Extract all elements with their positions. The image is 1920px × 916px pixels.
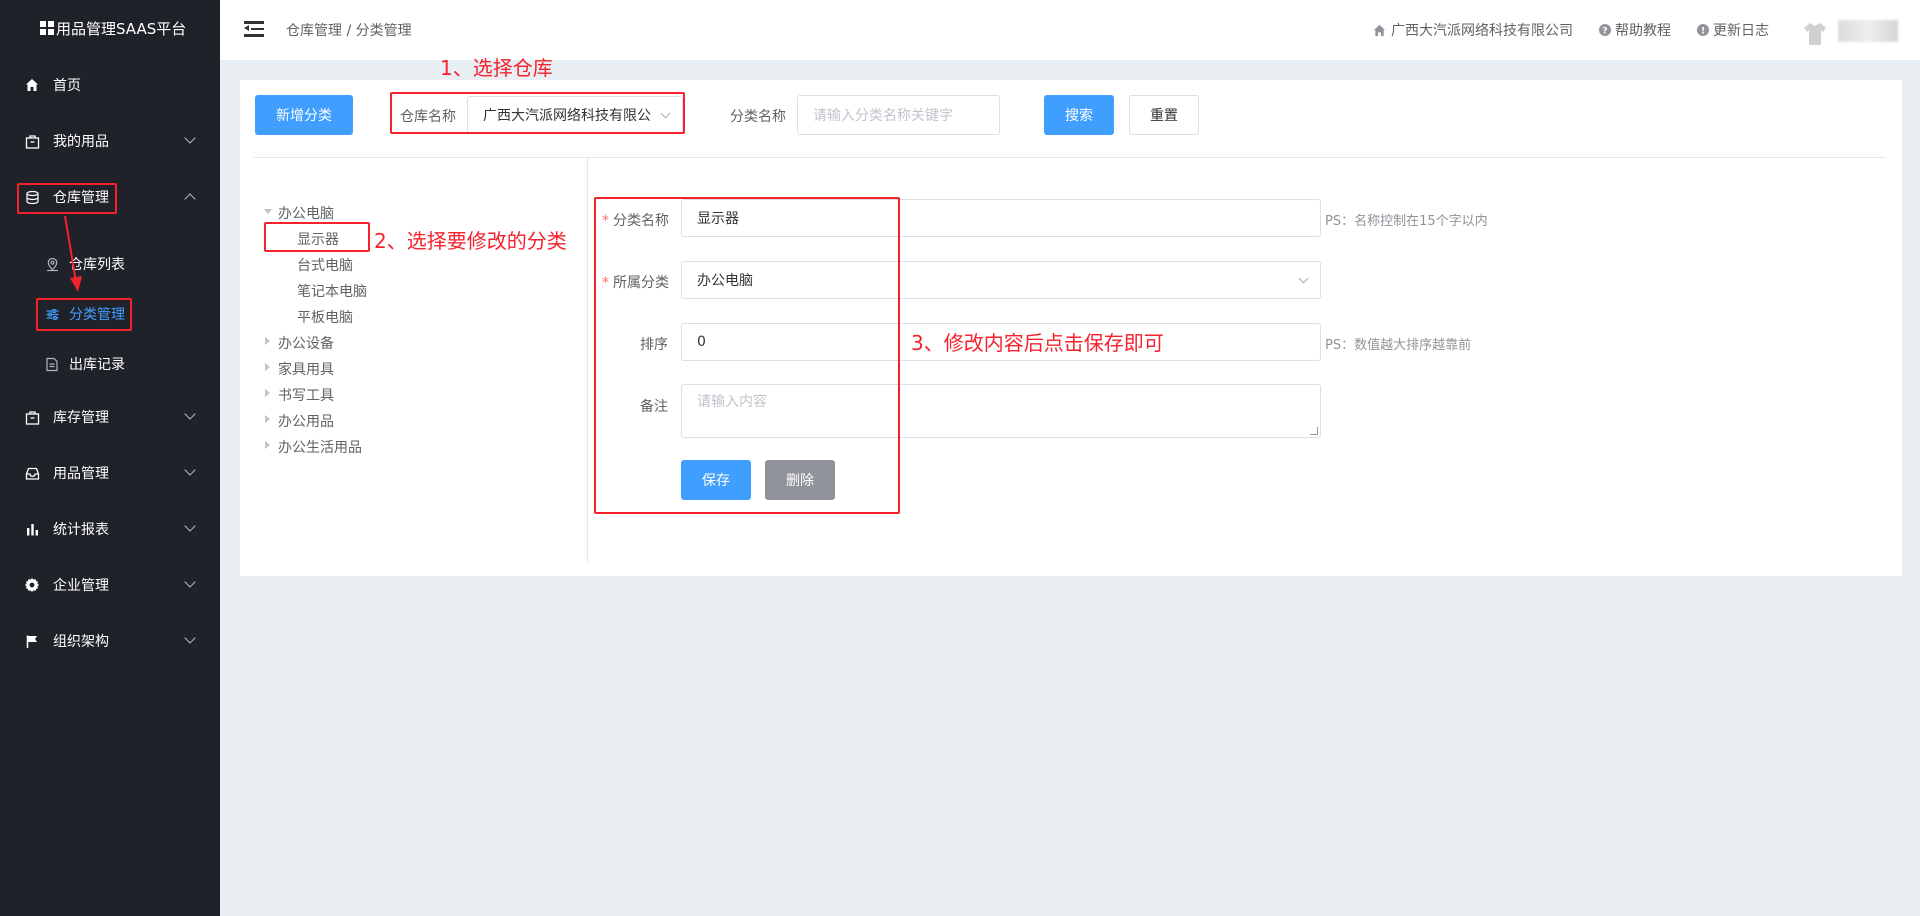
category-search-label: 分类名称 [730,109,786,125]
annotation-step1: 1、选择仓库 [440,56,553,80]
chevron-down-icon [184,408,196,420]
sidebar-item-enterprise[interactable]: 企业管理 [0,563,220,607]
chevron-down-icon [184,632,196,644]
name-hint: PS：名称控制在15个字以内 [1325,214,1488,229]
sidebar-subitem-outbound-records[interactable]: 出库记录 [0,344,220,384]
document-icon [44,356,60,372]
tree-node-tablet[interactable]: 平板电脑 [297,307,353,327]
tree-node-laptop[interactable]: 笔记本电脑 [297,281,367,301]
breadcrumb: 仓库管理 / 分类管理 [286,23,412,39]
caret-right-icon[interactable] [265,337,270,345]
caret-right-icon[interactable] [265,441,270,449]
app-logo[interactable]: 用品管理SAAS平台 [0,0,220,56]
annotation-box-category-menu [36,298,132,331]
flag-icon [24,633,40,649]
sidebar-item-inventory[interactable]: 库存管理 [0,395,220,439]
header-company[interactable]: 广西大汽派网络科技有限公司 [1373,20,1573,40]
sidebar-item-supplies[interactable]: 用品管理 [0,451,220,495]
annotation-arrow [64,215,82,292]
tree-node-office-supplies[interactable]: 办公用品 [278,411,334,431]
svg-text:!: ! [1701,26,1705,36]
svg-text:?: ? [1602,26,1607,36]
location-icon [44,256,60,272]
add-category-button[interactable]: 新增分类 [255,95,353,135]
sidebar-subitem-warehouse-list[interactable]: 仓库列表 [0,244,220,284]
divider [587,158,588,562]
caret-down-icon[interactable] [264,209,272,214]
chevron-up-icon [184,193,196,205]
reset-button[interactable]: 重置 [1129,95,1199,135]
company-name: 广西大汽派网络科技有限公司 [1391,23,1573,39]
chevron-down-icon [184,132,196,144]
annotation-step3: 3、修改内容后点击保存即可 [911,331,1164,355]
bag-icon [24,133,40,149]
annotation-box-monitor-node [264,222,370,252]
gear-icon [24,577,40,593]
chevron-down-icon [184,520,196,532]
home-icon [24,77,40,93]
sidebar-item-my-supplies[interactable]: 我的用品 [0,119,220,163]
sidebar-item-reports[interactable]: 统计报表 [0,507,220,551]
sort-hint: PS：数值越大排序越靠前 [1325,338,1472,353]
tree-node-office-computers[interactable]: 办公电脑 [278,203,334,223]
caret-right-icon[interactable] [265,415,270,423]
search-button[interactable]: 搜索 [1044,95,1114,135]
header-help-link[interactable]: ? 帮助教程 [1599,20,1671,40]
annotation-box-warehouse-menu [17,183,117,214]
category-search-input[interactable]: 请输入分类名称关键字 [797,95,1000,135]
box-icon [24,409,40,425]
grid-icon [40,21,54,35]
inbox-icon [24,465,40,481]
annotation-step2: 2、选择要修改的分类 [374,229,567,253]
bar-chart-icon [24,521,40,537]
chevron-down-icon [184,464,196,476]
top-header: 仓库管理 / 分类管理 广西大汽派网络科技有限公司 ? 帮助教程 ! 更新日志 [220,0,1920,60]
tree-node-office-living-supplies[interactable]: 办公生活用品 [278,437,362,457]
annotation-box-form [594,197,900,514]
sidebar-item-home[interactable]: 首页 [0,63,220,107]
chevron-down-icon [184,576,196,588]
help-icon: ? [1599,24,1611,36]
annotation-box-warehouse-select [390,92,685,134]
resize-handle-icon[interactable] [1310,427,1318,435]
tree-node-office-equipment[interactable]: 办公设备 [278,333,334,353]
menu-toggle-icon[interactable] [244,20,264,38]
avatar[interactable] [1800,18,1830,48]
home-icon [1373,24,1386,36]
username-blurred [1838,20,1898,42]
divider [254,157,1886,158]
caret-right-icon[interactable] [265,389,270,397]
tree-node-furniture[interactable]: 家具用具 [278,359,334,379]
info-icon: ! [1697,24,1709,36]
chevron-down-icon [1298,273,1309,284]
tree-node-writing-tools[interactable]: 书写工具 [278,385,334,405]
tree-node-desktop[interactable]: 台式电脑 [297,255,353,275]
caret-right-icon[interactable] [265,363,270,371]
app-title: 用品管理SAAS平台 [56,19,187,38]
header-changelog-link[interactable]: ! 更新日志 [1697,20,1769,40]
sidebar-item-organization[interactable]: 组织架构 [0,619,220,663]
sidebar: 用品管理SAAS平台 首页 我的用品 仓库管理 仓库列表 分类管理 出库记录 库… [0,0,220,916]
